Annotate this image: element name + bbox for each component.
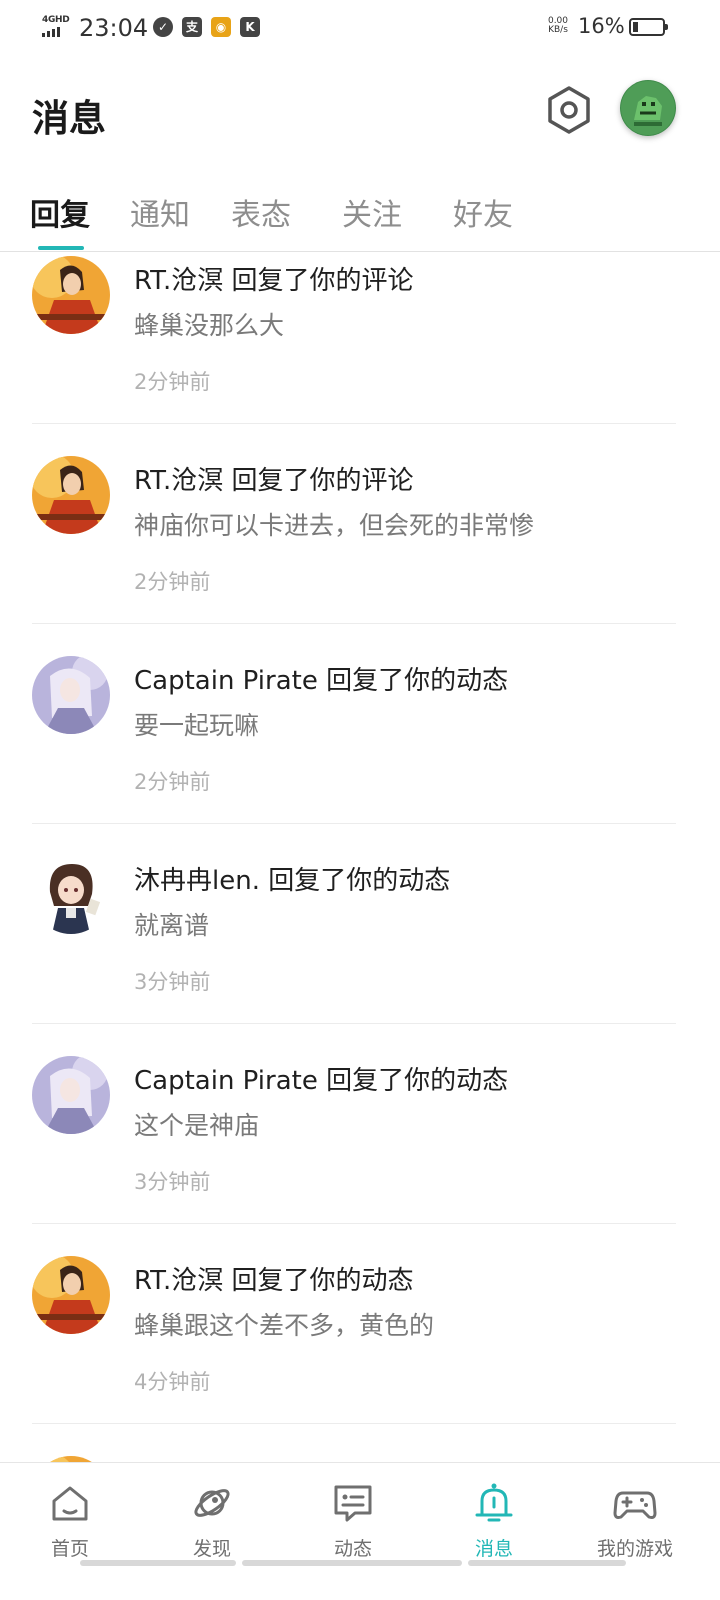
message-title: RT.沧溟 回复了你的评论 xyxy=(134,266,414,296)
tab-reactions[interactable]: 表态 xyxy=(231,190,291,234)
battery-icon xyxy=(629,18,668,36)
network-type: 4GHD xyxy=(42,15,70,25)
message-content: 蜂巢没那么大 xyxy=(134,311,285,340)
gesture-bar xyxy=(80,1560,236,1566)
avatar[interactable] xyxy=(32,1056,110,1134)
gear-icon xyxy=(548,86,590,134)
nav-item-my-games[interactable]: 我的游戏 xyxy=(565,1463,705,1573)
check-circle-icon: ✓ xyxy=(153,17,173,37)
message-time: 3分钟前 xyxy=(134,1170,211,1194)
avatar[interactable] xyxy=(32,856,110,934)
home-icon xyxy=(52,1486,88,1521)
anime-girl-avatar-icon xyxy=(32,656,110,734)
warrior-avatar-icon xyxy=(32,256,110,334)
network-indicator: 4GHD xyxy=(42,15,72,37)
message-title: 沐冉冉len. 回复了你的动态 xyxy=(134,866,451,896)
user-avatar-icon xyxy=(620,80,676,136)
gesture-bar xyxy=(242,1560,462,1566)
bell-icon xyxy=(475,1483,513,1522)
message-time: 4分钟前 xyxy=(134,1370,211,1394)
nav-item-messages[interactable]: 消息 xyxy=(424,1463,564,1573)
nav-item-feed[interactable]: 动态 xyxy=(283,1463,423,1573)
warrior-avatar-icon xyxy=(32,456,110,534)
message-time: 2分钟前 xyxy=(134,570,211,594)
message-content: 要一起玩嘛 xyxy=(134,711,260,740)
avatar[interactable] xyxy=(32,1256,110,1334)
avatar[interactable] xyxy=(620,80,676,136)
list-item[interactable]: 沐冉冉len. 回复了你的动态 就离谱 3分钟前 xyxy=(0,824,720,1024)
message-time: 3分钟前 xyxy=(134,970,211,994)
game-app-icon: ◉ xyxy=(211,17,231,37)
list-item[interactable]: Captain Pirate 回复了你的动态 要一起玩嘛 2分钟前 xyxy=(0,624,720,824)
k-app-icon: K xyxy=(240,17,260,37)
settings-button[interactable] xyxy=(544,84,594,136)
tab-follows[interactable]: 关注 xyxy=(342,190,402,234)
message-content: 就离谱 xyxy=(134,911,210,940)
bottom-nav: 首页 发现 动态 消息 我的游戏 xyxy=(0,1462,720,1600)
nav-label: 消息 xyxy=(474,1538,513,1560)
list-item[interactable]: RT.沧溟 回复了你的评论 神庙你可以卡进去，但会死的非常惨 2分钟前 xyxy=(0,424,720,624)
message-content: 这个是神庙 xyxy=(134,1111,260,1140)
warrior-avatar-icon xyxy=(32,1256,110,1334)
anime-girl-avatar-icon xyxy=(32,1056,110,1134)
tab-replies[interactable]: 回复 xyxy=(30,190,90,234)
message-list: RT.沧溟 回复了你的评论 蜂巢没那么大 2分钟前 RT.沧溟 回复了你的评论 … xyxy=(0,252,720,1462)
message-time: 2分钟前 xyxy=(134,370,211,394)
nav-label: 发现 xyxy=(192,1538,231,1560)
list-item[interactable]: Captain Pirate 回复了你的动态 这个是神庙 3分钟前 xyxy=(0,1024,720,1224)
gamepad-icon xyxy=(613,1491,657,1519)
list-item[interactable]: RT.沧溟 回复了你的评论 蜂巢没那么大 2分钟前 xyxy=(0,252,720,424)
message-content: 蜂巢跟这个差不多，黄色的 xyxy=(134,1311,435,1340)
message-title: RT.沧溟 回复了你的评论 xyxy=(134,466,414,496)
message-content: 神庙你可以卡进去，但会死的非常惨 xyxy=(134,511,535,540)
gesture-bar xyxy=(468,1560,626,1566)
nav-label: 我的游戏 xyxy=(596,1538,673,1560)
list-item[interactable]: RT.沧溟 回复了你的动态 蜂巢跟这个差不多，黄色的 4分钟前 xyxy=(0,1224,720,1424)
tab-notifications[interactable]: 通知 xyxy=(130,190,190,234)
status-time: 23:04 xyxy=(79,14,149,42)
nav-item-discover[interactable]: 发现 xyxy=(142,1463,282,1573)
alipay-icon: 支 xyxy=(182,17,202,37)
avatar[interactable] xyxy=(32,256,110,334)
battery-percent: 16% xyxy=(578,14,625,38)
message-title: RT.沧溟 回复了你的动态 xyxy=(134,1266,414,1296)
list-item[interactable] xyxy=(0,1424,720,1462)
nav-label: 首页 xyxy=(50,1538,89,1560)
nav-label: 动态 xyxy=(333,1538,372,1560)
network-speed: 0.00 KB/s xyxy=(547,16,569,35)
tab-friends[interactable]: 好友 xyxy=(453,190,513,234)
message-title: Captain Pirate 回复了你的动态 xyxy=(134,666,509,696)
signal-icon xyxy=(42,27,60,37)
avatar[interactable] xyxy=(32,456,110,534)
tab-bar: 回复 通知 表态 关注 好友 xyxy=(0,180,720,252)
message-time: 2分钟前 xyxy=(134,770,211,794)
page-title: 消息 xyxy=(32,97,106,140)
chat-bubble-icon xyxy=(334,1485,372,1522)
status-bar: 4GHD 23:04 ✓ 支 ◉ K 0.00 KB/s 16% xyxy=(0,0,720,56)
planet-icon xyxy=(194,1489,230,1517)
chibi-avatar-icon xyxy=(32,856,110,934)
avatar[interactable] xyxy=(32,656,110,734)
nav-item-home[interactable]: 首页 xyxy=(0,1463,140,1573)
message-title: Captain Pirate 回复了你的动态 xyxy=(134,1066,509,1096)
active-tab-indicator xyxy=(38,246,84,250)
